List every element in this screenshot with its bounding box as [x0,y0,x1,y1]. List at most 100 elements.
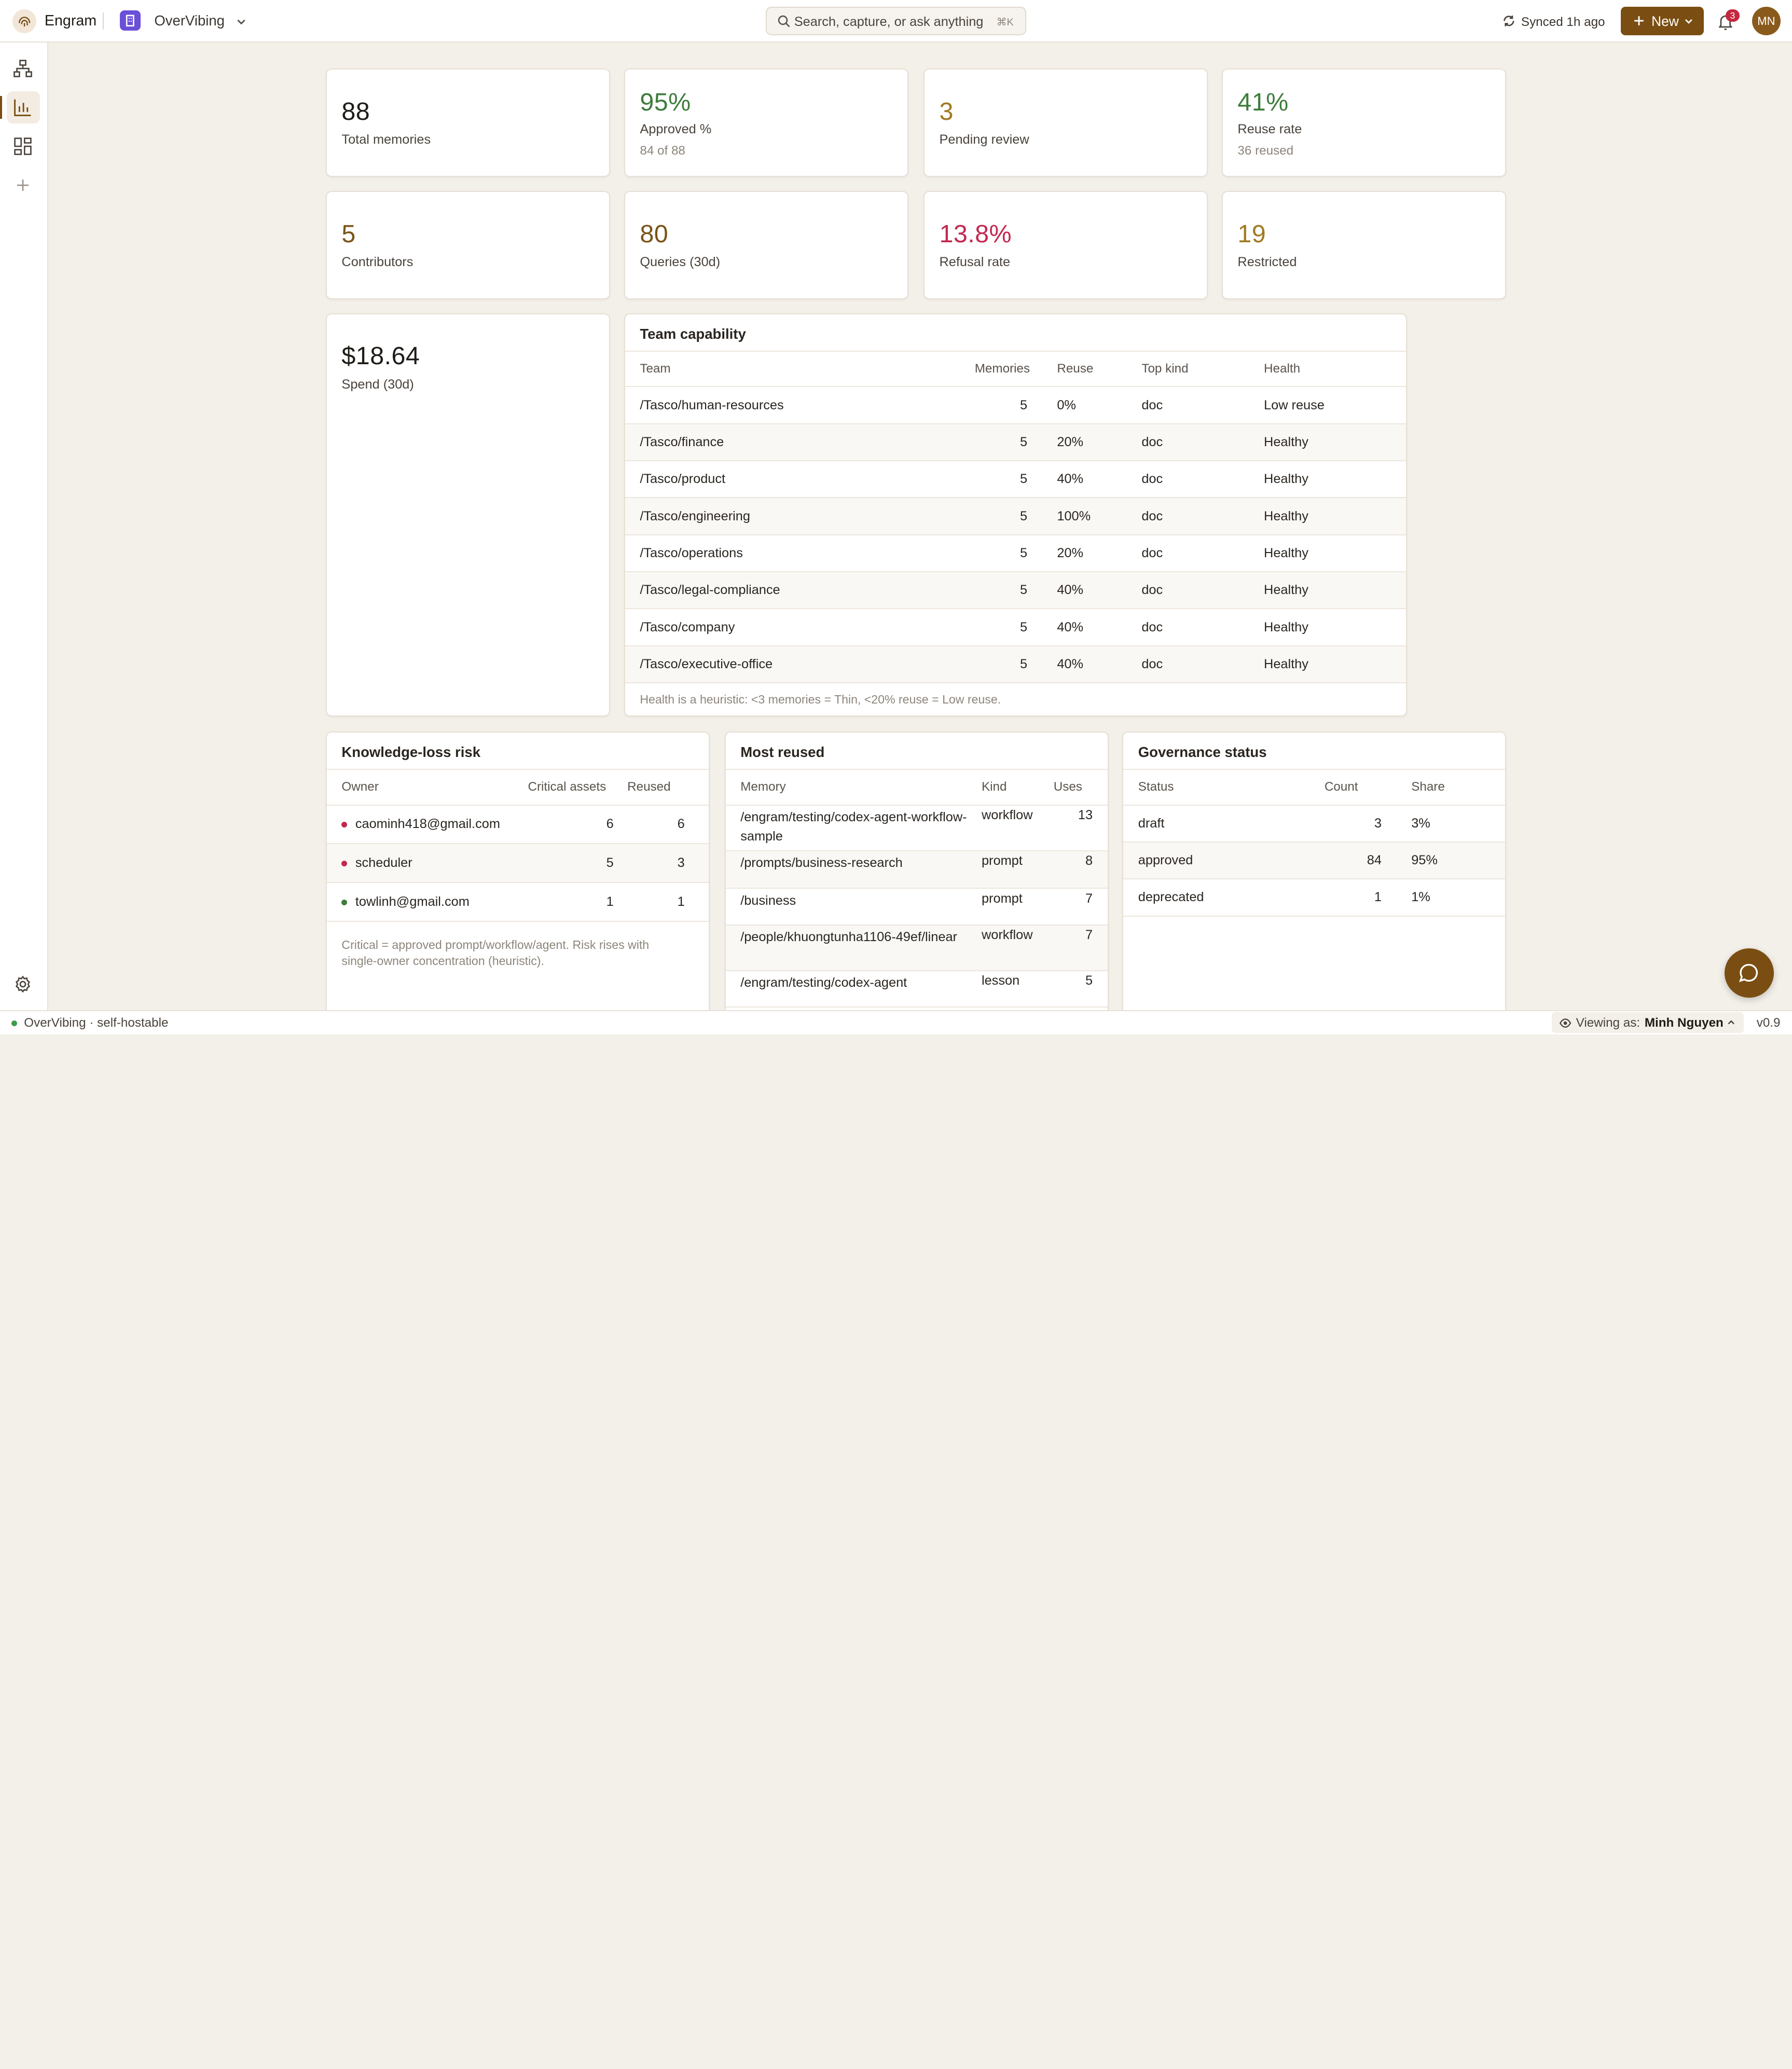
table-cell: doc [1135,461,1257,499]
nav-analytics[interactable] [11,96,34,119]
table-cell: doc [1135,572,1257,610]
column-header[interactable]: Reuse [1034,351,1135,388]
top-bar: Engram OverVibing Search, capture, or as… [0,0,1792,43]
table-row[interactable]: /Tasco/product 5 40% doc Healthy [625,461,1406,499]
table-row[interactable]: deprecated 1 1% [1123,879,1506,917]
column-header[interactable]: Top kind [1135,351,1257,388]
chat-button[interactable] [1725,948,1774,998]
table-row[interactable]: approved 84 95% [1123,842,1506,880]
column-header[interactable]: Share [1388,769,1506,806]
table-cell: doc [1135,534,1257,573]
knowledge-loss-table: Owner Critical assets Reused caominh418@… [326,769,709,922]
table-cell: 40% [1034,572,1135,610]
stat-value: 88 [341,98,370,126]
new-button[interactable]: New [1620,7,1704,36]
card-title: Governance status [1138,743,1267,760]
table-cell: 40% [1034,609,1135,646]
table-row[interactable]: /business prompt 7 [725,888,1108,926]
nav-add[interactable] [11,174,34,197]
table-row[interactable]: scheduler 5 3 [326,844,709,884]
table-cell: /Tasco/human-resources [625,387,968,424]
table-row[interactable]: /prompts/business-research prompt 8 [725,850,1108,889]
table-cell: 5 [968,498,1035,535]
table-cell: 5 [1046,970,1108,1008]
table-cell: workflow [974,925,1047,971]
table-row[interactable]: /engram/testing/codex-agent-workflow-sam… [725,805,1108,851]
table-row[interactable]: /Tasco/engineering 5 100% doc Healthy [625,498,1406,535]
search-bar[interactable]: Search, capture, or ask anything ⌘K [765,7,1027,36]
owner-email: towlinh@gmail.com [355,894,470,909]
notification-badge: 3 [1726,9,1740,22]
column-header[interactable]: Memory [725,769,975,806]
table-cell: 0% [1034,387,1135,424]
sidebar [0,42,48,1011]
table-cell: /Tasco/engineering [625,498,968,535]
table-cell: 1 [620,882,709,922]
table-cell: 84 [1317,842,1389,880]
table-header-row: Status Count Share [1123,769,1506,806]
table-row[interactable]: /people/khuongtunha1106-49ef/linear workf… [725,925,1108,971]
column-header[interactable]: Owner [326,769,521,806]
table-cell: 3 [1317,805,1389,843]
avatar-initials: MN [1757,15,1775,28]
table-cell: 1 [1317,879,1389,917]
governance-table: Status Count Share draft 3 3% approved 84 95%… [1123,769,1506,917]
avatar[interactable]: MN [1752,7,1781,36]
table-row[interactable]: caominh418@gmail.com 6 6 [326,805,709,845]
spend-card: $18.64 Spend (30d) [325,313,611,717]
sync-status: Synced 1h ago [1521,15,1605,29]
nav-dashboard[interactable] [11,135,34,158]
table-row[interactable]: /Tasco/executive-office 5 40% doc Healthy [625,645,1406,684]
column-header[interactable]: Kind [974,769,1047,806]
table-cell: 3% [1388,805,1506,843]
table-cell: 40% [1034,461,1135,499]
version: v0.9 [1756,1016,1781,1030]
stat-card-approved: 95% Approved % 84 of 88 [624,68,909,177]
stat-card-reuse-rate: 41% Reuse rate 36 reused [1221,68,1507,177]
table-header-row: Memory Kind Uses [725,769,1108,806]
column-header[interactable]: Reused [620,769,709,806]
viewing-as-switcher[interactable]: Viewing as: Minh Nguyen [1552,1012,1744,1033]
table-cell: Healthy [1257,423,1406,462]
nav-graph[interactable] [11,57,34,80]
search-icon [778,16,790,27]
settings-icon [16,975,31,993]
column-header[interactable]: Health [1257,351,1406,388]
table-row[interactable]: towlinh@gmail.com 1 1 [326,882,709,922]
column-header[interactable]: Status [1123,769,1318,806]
table-row[interactable]: /Tasco/human-resources 5 0% doc Low reuse [625,387,1406,424]
table-row[interactable]: /Tasco/company 5 40% doc Healthy [625,609,1406,646]
stat-card-restricted: 19 Restricted [1221,190,1507,300]
table-cell: doc [1135,645,1257,684]
table-row[interactable]: /engram/testing/codex-agent lesson 5 [725,970,1108,1008]
app-name: Engram [44,12,97,30]
table-row[interactable]: /Tasco/finance 5 20% doc Healthy [625,423,1406,462]
column-header[interactable]: Team [625,351,968,388]
table-cell: /business [725,888,975,926]
table-row[interactable]: draft 3 3% [1123,805,1506,843]
status-bar: OverVibing · self-hostable Viewing as: M… [0,1010,1792,1034]
table-cell: deprecated [1123,879,1318,917]
bar-chart-icon [14,99,31,116]
table-cell: towlinh@gmail.com [326,882,521,922]
column-header[interactable]: Uses [1046,769,1108,806]
stat-sub: 36 reused [1237,144,1294,158]
column-header[interactable]: Memories [968,351,1035,388]
nav-settings[interactable] [11,973,34,996]
table-row[interactable]: /Tasco/operations 5 20% doc Healthy [625,534,1406,573]
table-cell: Healthy [1257,645,1406,684]
table-cell: workflow [974,805,1047,851]
column-header[interactable]: Critical assets [521,769,621,806]
notifications-button[interactable]: 3 [1715,9,1740,33]
table-cell: 5 [968,609,1035,646]
table-cell: 7 [1046,925,1108,971]
table-cell: /Tasco/legal-compliance [625,572,968,610]
stat-label: Contributors [341,255,413,269]
table-cell: 5 [968,534,1035,573]
table-cell: 5 [968,572,1035,610]
app-logo[interactable] [12,9,37,33]
column-header[interactable]: Count [1317,769,1389,806]
risk-dot [341,861,348,867]
workspace-switcher[interactable]: OverVibing [120,9,251,33]
table-row[interactable]: /Tasco/legal-compliance 5 40% doc Healthy [625,572,1406,610]
